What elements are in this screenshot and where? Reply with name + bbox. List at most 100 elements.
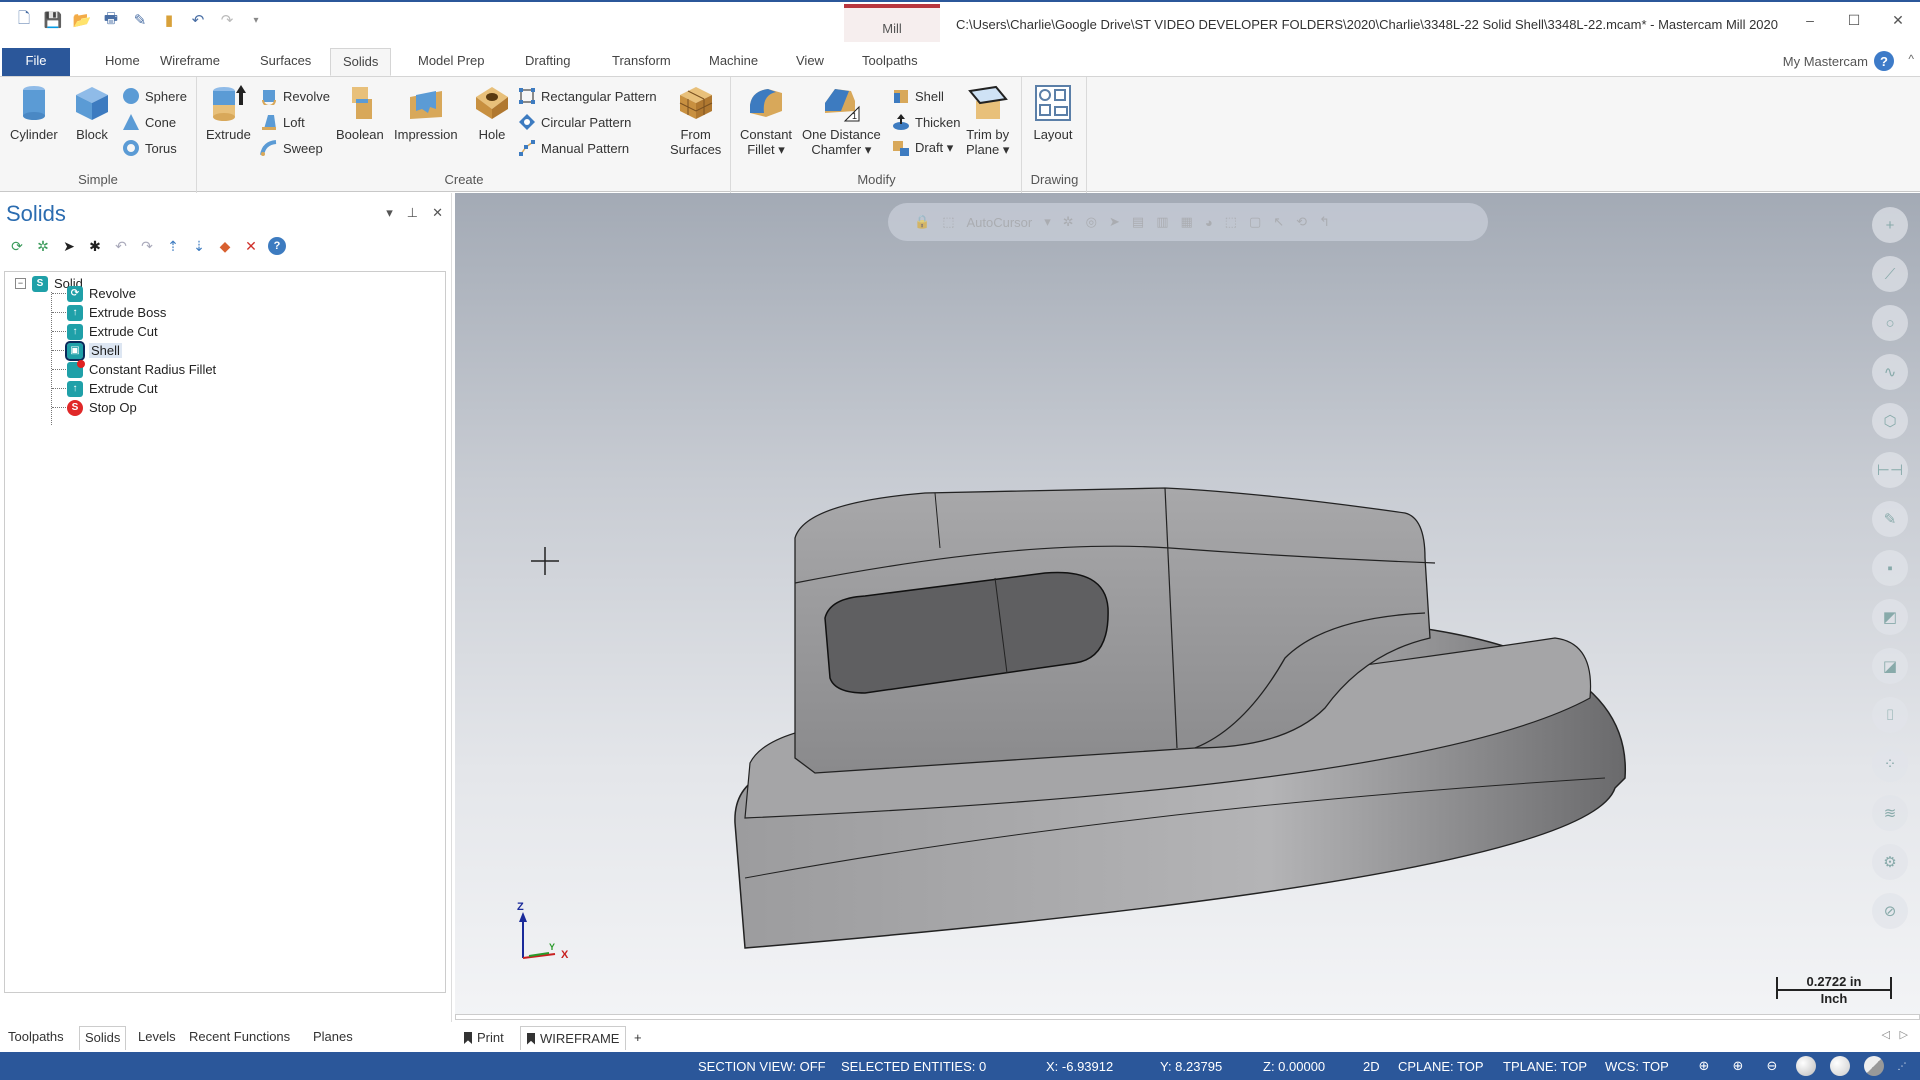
circle-icon[interactable]: ○ (1872, 305, 1908, 341)
tab-model-prep[interactable]: Model Prep (406, 48, 496, 76)
tab-surfaces[interactable]: Surfaces (248, 48, 323, 76)
shell-button[interactable]: Shell (892, 85, 944, 107)
regenerate-dirty-icon[interactable]: ✲ (34, 237, 52, 255)
trim-icon[interactable]: ✎ (1872, 501, 1908, 537)
settings-icon[interactable]: ⚙ (1872, 844, 1908, 880)
autocursor-icon[interactable]: ⬚ (942, 214, 954, 230)
move-down-icon[interactable]: ⇣ (190, 237, 208, 255)
section-view-status[interactable]: SECTION VIEW: OFF (698, 1059, 826, 1074)
undo-icon[interactable]: ↶ (112, 237, 130, 255)
snap-icon[interactable]: ✲ (1063, 214, 1074, 230)
filter2-icon[interactable]: ▥ (1156, 214, 1168, 230)
tree-item[interactable]: ⟳ Revolve (67, 284, 136, 303)
print-icon[interactable]: 🖶 (101, 10, 121, 30)
help-icon[interactable]: ? (268, 237, 286, 255)
save-as-icon[interactable]: ✎ (130, 10, 150, 30)
layout-button[interactable]: Layout (1033, 83, 1073, 142)
tab-file[interactable]: File (2, 48, 70, 76)
spline-icon[interactable]: ∿ (1872, 354, 1908, 390)
tab-home[interactable]: Home (93, 48, 152, 76)
solid-model[interactable] (725, 478, 1645, 958)
sweep-button[interactable]: Sweep (260, 137, 323, 159)
resize-grip-icon[interactable]: ⋰ (1898, 1056, 1907, 1076)
solid-select-icon[interactable]: ◕ (1205, 215, 1213, 230)
panel-close-icon[interactable]: ✕ (432, 205, 443, 221)
view-sheet-print[interactable]: Print (458, 1026, 510, 1050)
redo-icon[interactable]: ↷ (217, 10, 237, 30)
collapse-toggle[interactable]: − (15, 278, 26, 289)
rectangular-pattern-button[interactable]: Rectangular Pattern (518, 85, 657, 107)
mode-2d-3d[interactable]: 2D (1363, 1059, 1380, 1074)
minimize-button[interactable]: – (1788, 6, 1832, 34)
save-icon[interactable]: 💾 (43, 10, 63, 30)
torus-button[interactable]: Torus (122, 137, 177, 159)
folder-icon[interactable]: ▮ (159, 10, 179, 30)
thicken-button[interactable]: Thicken (892, 111, 961, 133)
filter-icon[interactable]: ▤ (1132, 214, 1144, 230)
bottom-tab-levels[interactable]: Levels (133, 1026, 181, 1050)
move-up-icon[interactable]: ⇡ (164, 237, 182, 255)
tree-item-selected[interactable]: ▣ Shell (65, 340, 122, 361)
tab-transform[interactable]: Transform (600, 48, 683, 76)
clear-icon[interactable]: ⊘ (1872, 893, 1908, 929)
undo-icon[interactable]: ↶ (188, 10, 208, 30)
scroll-right-icon[interactable]: ▷ (1900, 1028, 1908, 1041)
draft-button[interactable]: Draft ▾ (892, 137, 953, 159)
redo-icon[interactable]: ↷ (138, 237, 156, 255)
cplane-status[interactable]: CPLANE: TOP (1398, 1059, 1484, 1074)
bottom-tab-planes[interactable]: Planes (308, 1026, 358, 1050)
hidden-lines-icon[interactable]: ⊕ (1728, 1056, 1748, 1076)
shaded-wire-icon[interactable]: ⊖ (1762, 1056, 1782, 1076)
lock-icon[interactable]: 🔒 (914, 214, 930, 230)
tplane-status[interactable]: TPLANE: TOP (1503, 1059, 1587, 1074)
one-distance-chamfer-button[interactable]: 1 One Distance Chamfer ▾ (802, 83, 881, 157)
help-icon[interactable]: ? (1874, 51, 1894, 71)
trim-by-plane-button[interactable]: Trim by Plane ▾ (966, 83, 1009, 157)
tree-item[interactable]: ↑ Extrude Cut (67, 379, 158, 398)
manual-pattern-button[interactable]: Manual Pattern (518, 137, 629, 159)
collapse-ribbon-icon[interactable]: ^ (1908, 52, 1914, 66)
cone-button[interactable]: Cone (122, 111, 176, 133)
select-all-icon[interactable]: ➤ (60, 237, 78, 255)
delete-icon[interactable]: ✕ (242, 237, 260, 255)
shaded-edges-icon[interactable] (1830, 1056, 1850, 1076)
my-mastercam-link[interactable]: My Mastercam (1783, 54, 1868, 69)
maximize-button[interactable]: ☐ (1832, 6, 1876, 34)
tree-item-stop-op[interactable]: S Stop Op (67, 398, 137, 417)
tab-view[interactable]: View (784, 48, 836, 76)
bottom-tab-toolpaths[interactable]: Toolpaths (3, 1026, 69, 1050)
level-icon[interactable]: ◩ (1872, 599, 1908, 635)
bottom-tab-recent-functions[interactable]: Recent Functions (184, 1026, 295, 1050)
cylinder-button[interactable]: Cylinder (10, 83, 58, 142)
analyze-icon[interactable]: ⌷ (1872, 697, 1908, 733)
hole-button[interactable]: Hole (472, 83, 512, 142)
shaded-icon[interactable] (1796, 1056, 1816, 1076)
tree-item[interactable]: ↑ Extrude Cut (67, 322, 158, 341)
panel-menu-icon[interactable]: ▾ (386, 205, 393, 221)
solids-icon[interactable]: ⬡ (1872, 403, 1908, 439)
loft-button[interactable]: Loft (260, 111, 305, 133)
circular-pattern-button[interactable]: Circular Pattern (518, 111, 631, 133)
dimension-icon[interactable]: ⊢⊣ (1872, 452, 1908, 488)
color-icon[interactable]: ◪ (1872, 648, 1908, 684)
block-button[interactable]: Block (72, 83, 112, 142)
regenerate-all-icon[interactable]: ⟳ (8, 237, 26, 255)
add-view-sheet-button[interactable]: + (628, 1026, 648, 1050)
select-dirty-icon[interactable]: ✱ (86, 237, 104, 255)
close-button[interactable]: ✕ (1876, 6, 1920, 34)
select-mode-icon[interactable]: ⬚ (1225, 214, 1237, 230)
rotate-select-icon[interactable]: ⟲ (1296, 214, 1307, 230)
constant-fillet-button[interactable]: Constant Fillet ▾ (740, 83, 792, 157)
line-icon[interactable]: ⟋ (1872, 256, 1908, 292)
z-coordinate[interactable]: Z: 0.00000 (1263, 1059, 1325, 1074)
view-sheet-wireframe[interactable]: WIREFRAME (520, 1026, 627, 1050)
bottom-tab-solids[interactable]: Solids (79, 1026, 127, 1050)
tree-item[interactable]: Constant Radius Fillet (67, 359, 216, 379)
translate-icon[interactable]: ▪ (1872, 550, 1908, 586)
tab-drafting[interactable]: Drafting (513, 48, 583, 76)
cursor-icon[interactable]: ➤ (1109, 214, 1120, 230)
sphere-button[interactable]: Sphere (122, 85, 187, 107)
layers-icon[interactable]: ≋ (1872, 795, 1908, 831)
from-surfaces-button[interactable]: From Surfaces (670, 83, 721, 157)
open-icon[interactable]: 📂 (72, 10, 92, 30)
